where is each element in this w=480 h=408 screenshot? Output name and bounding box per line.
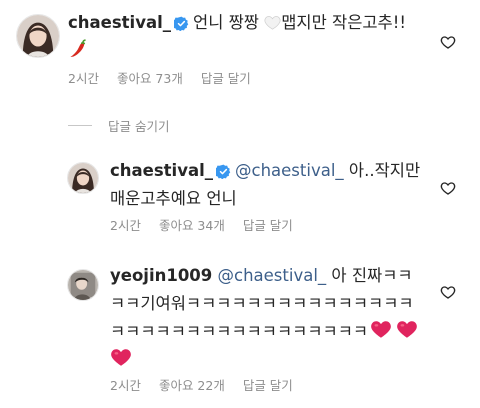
like-heart-icon[interactable] [440, 34, 456, 50]
comment-text: 아 진짜ㅋㅋ [331, 266, 413, 285]
comment-time: 2시간 [110, 378, 141, 393]
comment-meta: 2시간 좋아요 22개 답글 달기 [110, 375, 307, 394]
red-heart-emoji-icon [370, 318, 392, 340]
comment-time: 2시간 [68, 71, 99, 86]
divider [68, 125, 92, 126]
verified-badge-icon [174, 16, 189, 31]
like-heart-icon[interactable] [440, 180, 456, 196]
like-heart-icon[interactable] [440, 284, 456, 300]
hide-replies-label: 답글 숨기기 [108, 119, 170, 134]
comment-meta: 2시간 좋아요 73개 답글 달기 [68, 68, 265, 87]
mention-link[interactable]: @chaestival_ [218, 266, 327, 285]
likes-count[interactable]: 좋아요 73개 [117, 71, 183, 86]
username[interactable]: chaestival_ [110, 161, 213, 180]
comment-meta: 2시간 좋아요 34개 답글 달기 [110, 215, 307, 234]
username[interactable]: yeojin1009 [110, 266, 212, 285]
username[interactable]: chaestival_ [68, 13, 171, 32]
mention-link[interactable]: @chaestival_ [235, 161, 344, 180]
likes-count[interactable]: 좋아요 34개 [159, 218, 225, 233]
comment-text-line2: ㅋㅋ기여워ㅋㅋㅋㅋㅋㅋㅋㅋㅋㅋㅋㅋㅋㅋㅋ [110, 294, 414, 313]
chili-pepper-emoji-icon [68, 39, 88, 59]
red-heart-emoji-icon [396, 318, 418, 340]
avatar[interactable] [67, 269, 99, 301]
white-heart-emoji-icon [264, 14, 281, 31]
comment-time: 2시간 [110, 218, 141, 233]
avatar[interactable] [16, 14, 60, 58]
likes-count[interactable]: 좋아요 22개 [159, 378, 225, 393]
red-heart-emoji-icon [110, 346, 132, 368]
reply-button[interactable]: 답글 달기 [243, 378, 293, 393]
verified-badge-icon [216, 164, 231, 179]
avatar[interactable] [67, 162, 99, 194]
comment-text-cont: 맵지만 작은고추!! [281, 13, 406, 32]
comment-text: 언니 짱짱 [193, 13, 259, 32]
comment-text-line3: ㅋㅋㅋㅋㅋㅋㅋㅋㅋㅋㅋㅋㅋㅋㅋㅋㅋ [110, 322, 369, 341]
reply-button[interactable]: 답글 달기 [201, 71, 251, 86]
reply-button[interactable]: 답글 달기 [243, 218, 293, 233]
